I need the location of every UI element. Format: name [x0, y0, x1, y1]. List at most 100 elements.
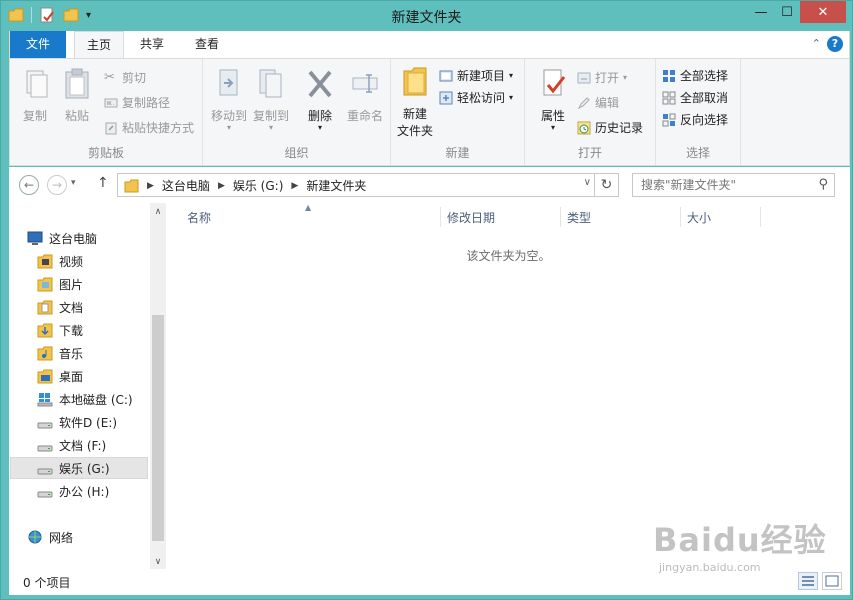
nav-drive-g-label: 娱乐 (G:): [59, 461, 110, 476]
nav-music[interactable]: 音乐: [37, 342, 83, 364]
breadcrumb-separator-icon[interactable]: ▶: [291, 181, 298, 191]
new-item-button[interactable]: 新建项目 ▾: [439, 67, 513, 84]
nav-videos[interactable]: 视频: [37, 250, 83, 272]
documents-folder-icon: [37, 300, 53, 314]
recent-locations-icon[interactable]: ▾: [71, 178, 76, 188]
column-divider[interactable]: [680, 207, 681, 227]
details-view-button[interactable]: [798, 572, 818, 590]
downloads-folder-icon: [37, 323, 53, 337]
nav-drive-c[interactable]: 本地磁盘 (C:): [37, 388, 133, 410]
breadcrumb-this-pc[interactable]: 这台电脑: [162, 177, 210, 194]
copy-to-button[interactable]: 复制到 ▾: [251, 67, 291, 132]
nav-drive-g[interactable]: 娱乐 (G:): [10, 457, 148, 479]
title-bar[interactable]: ▾ 新建文件夹 — ☐ ✕: [1, 1, 852, 31]
easy-access-button[interactable]: 轻松访问 ▾: [439, 89, 513, 106]
cut-button[interactable]: ✂ 剪切: [104, 69, 146, 86]
nav-network[interactable]: 网络: [27, 526, 73, 548]
scrollbar-thumb[interactable]: [152, 315, 164, 541]
tab-file[interactable]: 文件: [10, 31, 66, 58]
open-group-label: 打开: [577, 146, 602, 160]
move-to-button[interactable]: 移动到 ▾: [209, 67, 249, 132]
drive-icon: [37, 445, 53, 451]
paste-button[interactable]: 粘贴: [60, 67, 94, 124]
nav-downloads-label: 下载: [59, 323, 84, 338]
breadcrumb-separator-icon[interactable]: ▶: [218, 181, 225, 191]
new-folder-label-line2: 文件夹: [396, 124, 433, 138]
nav-drive-e[interactable]: 软件D (E:): [37, 411, 117, 433]
collapse-ribbon-icon[interactable]: ⌃: [812, 37, 821, 50]
breadcrumb-current-folder[interactable]: 新建文件夹: [306, 177, 366, 194]
select-group: 全部选择 全部取消 反向选择 选择: [656, 59, 741, 165]
minimize-button[interactable]: —: [748, 1, 774, 23]
easy-access-label: 轻松访问: [457, 91, 506, 105]
column-divider[interactable]: [440, 207, 441, 227]
new-group: 新建 文件夹 新建项目 ▾ 轻松访问 ▾ 新建: [391, 59, 525, 165]
organize-group-label: 组织: [284, 146, 309, 160]
address-bar[interactable]: ▶ 这台电脑 ▶ 娱乐 (G:) ▶ 新建文件夹 ∨: [117, 173, 595, 197]
nav-downloads[interactable]: 下载: [37, 319, 83, 341]
properties-button[interactable]: 属性 ▾: [533, 67, 573, 132]
close-button[interactable]: ✕: [800, 1, 846, 23]
invert-selection-button[interactable]: 反向选择: [662, 111, 728, 128]
history-button[interactable]: 历史记录: [577, 119, 643, 136]
nav-desktop[interactable]: 桌面: [37, 365, 83, 387]
nav-this-pc[interactable]: 这台电脑: [27, 227, 97, 249]
select-none-button[interactable]: 全部取消: [662, 89, 728, 106]
edit-button[interactable]: 编辑: [577, 94, 619, 111]
new-item-icon: [439, 70, 453, 81]
edit-label: 编辑: [595, 96, 620, 110]
forward-button[interactable]: →: [47, 175, 67, 195]
large-icons-view-button[interactable]: [822, 572, 842, 590]
nav-network-label: 网络: [49, 530, 74, 545]
rename-button[interactable]: 重命名: [345, 67, 385, 124]
nav-pictures[interactable]: 图片: [37, 273, 83, 295]
column-divider[interactable]: [760, 207, 761, 227]
search-input[interactable]: [633, 174, 803, 196]
breadcrumb-separator-icon[interactable]: ▶: [147, 181, 154, 191]
column-header-size[interactable]: 大小: [687, 209, 711, 226]
open-button[interactable]: 打开 ▾: [577, 69, 627, 86]
nav-drive-h[interactable]: 办公 (H:): [37, 480, 109, 502]
breadcrumb-drive-g[interactable]: 娱乐 (G:): [233, 177, 284, 194]
copy-path-button[interactable]: W.. 复制路径: [104, 94, 170, 111]
new-group-label: 新建: [445, 146, 470, 160]
copy-to-label: 复制到: [252, 109, 289, 123]
new-folder-button[interactable]: 新建 文件夹: [395, 65, 435, 139]
help-icon[interactable]: ?: [827, 36, 843, 52]
nav-music-label: 音乐: [59, 346, 84, 361]
back-button[interactable]: ←: [19, 175, 39, 195]
paste-label: 粘贴: [64, 109, 89, 123]
tab-share[interactable]: 共享: [126, 31, 178, 58]
scroll-up-icon[interactable]: ∧: [150, 207, 166, 217]
delete-button[interactable]: 删除 ▾: [303, 67, 337, 132]
column-divider[interactable]: [560, 207, 561, 227]
drive-icon: [37, 422, 53, 428]
scroll-down-icon[interactable]: ∨: [150, 557, 166, 567]
search-box: ⚲: [632, 173, 835, 197]
select-group-label: 选择: [685, 146, 710, 160]
network-icon: [28, 530, 42, 543]
window-title: 新建文件夹: [391, 10, 462, 26]
watermark-url: jingyan.baidu.com: [659, 561, 761, 574]
address-dropdown-icon[interactable]: ∨: [584, 177, 591, 188]
pictures-folder-icon: [37, 277, 53, 291]
copy-button[interactable]: 复制: [18, 67, 52, 124]
tab-home[interactable]: 主页: [74, 31, 124, 59]
up-arrow-icon[interactable]: ↑: [97, 175, 109, 191]
video-folder-icon: [37, 254, 53, 268]
column-header-modified[interactable]: 修改日期: [447, 209, 495, 226]
column-header-type[interactable]: 类型: [567, 209, 591, 226]
navigation-scrollbar[interactable]: ∧ ∨: [150, 203, 166, 569]
nav-drive-f[interactable]: 文档 (F:): [37, 434, 106, 456]
column-header-name[interactable]: 名称: [187, 209, 211, 226]
open-label: 打开: [595, 71, 620, 85]
maximize-button[interactable]: ☐: [774, 1, 800, 23]
refresh-button[interactable]: ↻: [595, 173, 619, 197]
paste-shortcut-button[interactable]: 粘贴快捷方式: [104, 119, 194, 136]
tab-view[interactable]: 查看: [180, 31, 234, 58]
nav-documents[interactable]: 文档: [37, 296, 83, 318]
select-all-button[interactable]: 全部选择: [662, 67, 728, 84]
window-controls: — ☐ ✕: [748, 1, 846, 23]
ribbon: 复制 粘贴 ✂ 剪切 W.. 复制路径 粘贴快捷方式 剪贴板 移动到 ▾ 复制到…: [9, 58, 850, 166]
search-icon[interactable]: ⚲: [818, 177, 828, 192]
